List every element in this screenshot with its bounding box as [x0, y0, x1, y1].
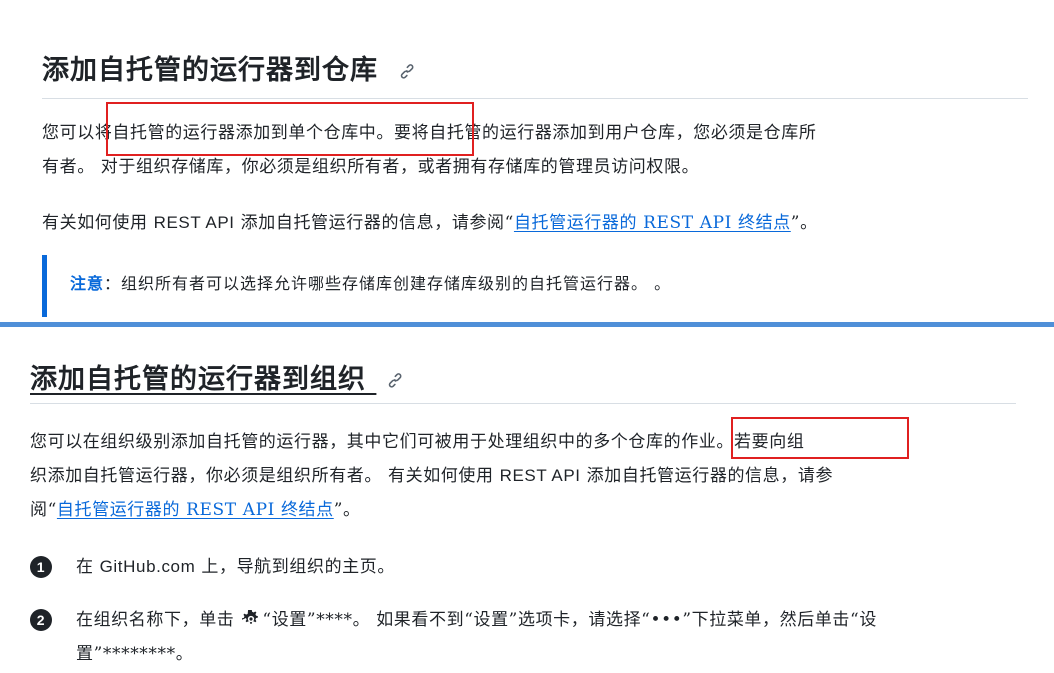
highlight-box	[106, 102, 474, 156]
text-span: “设置”****。 如果看不到“设置”选项卡，请选择“•••”下拉菜单，然后单击…	[262, 610, 877, 630]
step-number-badge: 1	[30, 556, 52, 578]
link-icon[interactable]	[398, 56, 416, 87]
text-span: 在组织名称下，单击	[76, 610, 241, 630]
note-text: 注意：组织所有者可以选择允许哪些存储库创建存储库级别的自托管运行器。 。	[70, 268, 671, 300]
repo-section: 添加自托管的运行器到仓库 您可以将自托管的运行器添加到单个仓库中。要将自托管的运…	[0, 0, 1054, 322]
text-span: 您可以在组织级别添加自托管的运行器，其中它们可被用于处理组织中的	[30, 432, 594, 452]
repo-api-paragraph: 有关如何使用 REST API 添加自托管运行器的信息，请参阅“自托管运行器的 …	[42, 206, 1028, 240]
text-span: REST API	[153, 213, 235, 232]
text-span: 织添加自托管运行器，你必须是组织所有者。 有关如何使用	[30, 466, 500, 486]
step-text: 在 GitHub.com 上，导航到组织的主页。	[76, 550, 1036, 584]
link-icon[interactable]	[386, 365, 404, 396]
text-span: 添加自托管运行器的信息，请参	[580, 466, 834, 486]
note-label: 注意	[70, 274, 105, 293]
text-span: 您可以	[42, 123, 95, 143]
text-span: ”。	[333, 500, 361, 520]
step-number-badge: 2	[30, 609, 52, 631]
highlighted-text: 多个仓库的作业。	[593, 432, 735, 452]
rest-api-endpoints-link[interactable]: 自托管运行器的 REST API 终结点	[57, 500, 334, 520]
text-line: 置”********。	[76, 644, 194, 664]
text-span: ”。	[790, 213, 818, 233]
note-bar	[42, 255, 47, 317]
repo-section-heading: 添加自托管的运行器到仓库	[42, 48, 416, 87]
step-text: 在组织名称下，单击 “设置”****。 如果看不到“设置”选项卡，请选择“•••…	[76, 603, 1036, 671]
text-span: 上，导航到组织的主页。	[195, 557, 395, 577]
text-span: GitHub.com	[99, 557, 196, 576]
org-section-title: 添加自托管的运行器到组织	[30, 364, 366, 395]
heading-rule	[42, 98, 1028, 99]
gear-icon	[242, 606, 260, 640]
repo-section-title: 添加自托管的运行器到仓库	[42, 55, 378, 86]
highlight-box	[731, 417, 909, 459]
rest-api-endpoints-link[interactable]: 自托管运行器的 REST API 终结点	[514, 213, 791, 233]
note-callout: 注意：组织所有者可以选择允许哪些存储库创建存储库级别的自托管运行器。 。	[42, 255, 1028, 317]
text-span: REST API	[499, 466, 581, 485]
text-span: 有关如何使用	[42, 213, 154, 233]
text-span: 添加自托管运行器的信息，请参阅“	[234, 213, 514, 233]
org-section: 添加自托管的运行器到组织 您可以在组织级别添加自托管的运行器，其中它们可被用于处…	[0, 327, 1054, 673]
heading-rule	[30, 403, 1016, 404]
text-span: 阅“	[30, 500, 57, 520]
org-section-heading: 添加自托管的运行器到组织	[30, 357, 404, 396]
note-body: ：组织所有者可以选择允许哪些存储库创建存储库级别的自托管运行器。 。	[104, 274, 672, 293]
text-span: 在	[76, 557, 100, 577]
